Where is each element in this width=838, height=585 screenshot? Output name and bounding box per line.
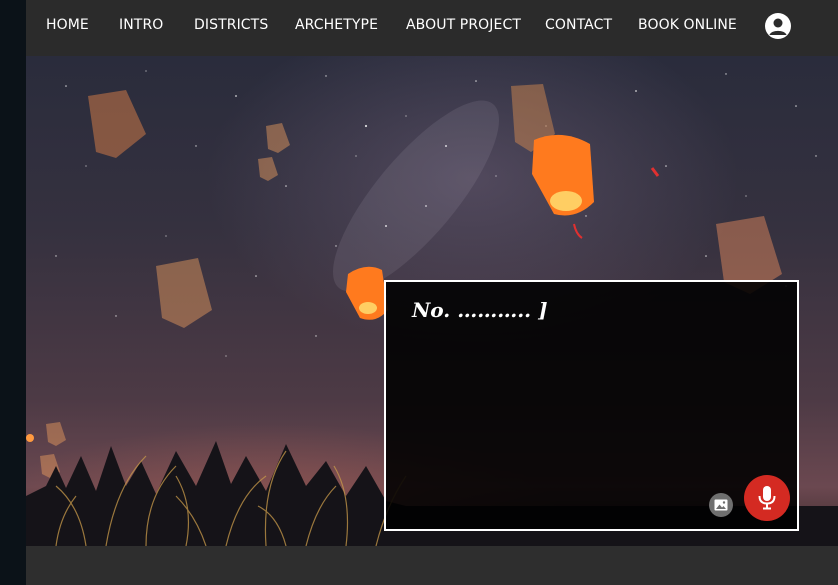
dialogue-text: No. ……….. ] bbox=[412, 298, 548, 322]
nav-item-districts[interactable]: DISTRICTS bbox=[194, 17, 268, 33]
nav-item-archetype[interactable]: ARCHETYPE bbox=[295, 17, 378, 33]
nav-item-home[interactable]: HOME bbox=[46, 17, 89, 33]
dialogue-text-box[interactable]: No. ……….. ] bbox=[384, 280, 799, 531]
footer-bar bbox=[26, 546, 838, 585]
top-navigation-bar: HOME INTRO DISTRICTS ARCHETYPE ABOUT PRO… bbox=[26, 0, 838, 56]
left-edge-strip bbox=[0, 0, 26, 585]
nav-item-book-online[interactable]: BOOK ONLINE bbox=[638, 17, 737, 33]
image-icon[interactable] bbox=[709, 493, 733, 517]
user-account-icon[interactable] bbox=[765, 13, 791, 39]
nav-item-about-project[interactable]: ABOUT PROJECT bbox=[406, 17, 521, 33]
nav-item-intro[interactable]: INTRO bbox=[119, 17, 163, 33]
nav-item-contact[interactable]: CONTACT bbox=[545, 17, 612, 33]
microphone-icon[interactable] bbox=[744, 475, 790, 521]
